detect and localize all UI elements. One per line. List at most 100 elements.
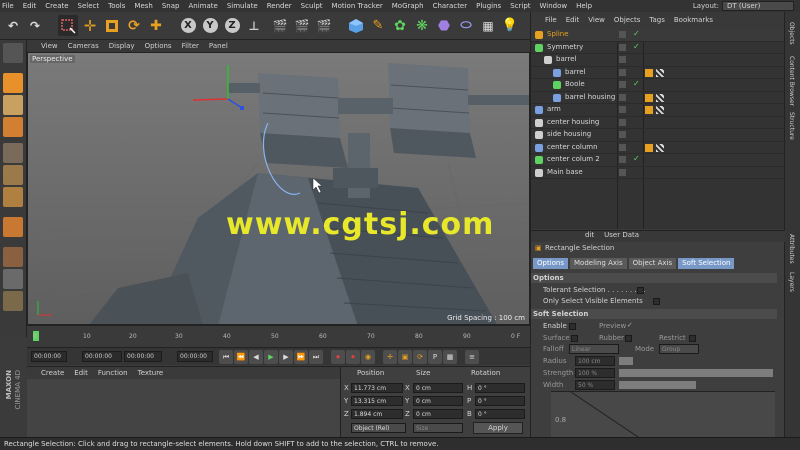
visibility-toggle[interactable] [619, 156, 626, 163]
axis-mode-button[interactable] [3, 217, 23, 237]
position-z-field[interactable]: 1.894 cm [351, 409, 403, 419]
nurbs-button[interactable]: ✿ [390, 15, 410, 36]
phong-tag-icon[interactable] [645, 143, 653, 152]
menu-sculpt[interactable]: Sculpt [301, 2, 323, 10]
menu-window[interactable]: Window [540, 2, 568, 10]
workplane-mode-button[interactable] [3, 117, 23, 137]
go-to-start-button[interactable]: ⏮ [219, 350, 233, 364]
object-row[interactable]: center housing [531, 117, 785, 129]
menu-create[interactable]: Create [45, 2, 68, 10]
menu-help[interactable]: Help [576, 2, 592, 10]
phong-tag-icon[interactable] [645, 106, 653, 114]
light-button[interactable]: 💡 [500, 15, 520, 36]
material-tag-icon[interactable] [656, 68, 664, 77]
rotation-b-field[interactable]: 0 ° [475, 409, 525, 419]
object-row[interactable]: center colum 2 ✓ [531, 154, 785, 167]
material-menu-edit[interactable]: Edit [74, 369, 88, 377]
only-visible-checkbox[interactable] [653, 298, 660, 305]
end-time-field[interactable]: 00:00:00 [124, 351, 162, 362]
radius-field[interactable]: 100 cm [575, 356, 615, 366]
size-x-field[interactable]: 0 cm [413, 383, 463, 393]
edges-mode-button[interactable] [3, 165, 23, 185]
attr-menu-user-data[interactable]: User Data [604, 231, 639, 242]
tab-attributes[interactable]: Attributes [788, 234, 795, 264]
viewport-menu-display[interactable]: Display [109, 42, 135, 50]
environment-button[interactable]: ⬭ [456, 15, 476, 36]
position-x-field[interactable]: 11.773 cm [351, 383, 403, 393]
restrict-checkbox[interactable] [689, 335, 696, 342]
mode-dropdown[interactable]: Group [659, 344, 699, 354]
phong-tag-icon[interactable] [645, 93, 653, 102]
timeline-ruler[interactable]: 0 10 20 30 40 50 60 70 80 90 0 F [27, 325, 530, 347]
object-row[interactable]: Spline ✓ [531, 29, 785, 42]
object-row[interactable]: Main base [531, 167, 785, 179]
tab-objects[interactable]: Objects [788, 22, 795, 45]
tab-structure[interactable]: Structure [788, 112, 795, 140]
object-row[interactable]: arm [531, 104, 785, 117]
tab-options[interactable]: Options [533, 258, 569, 269]
max-time-field[interactable]: 00:00:00 [177, 351, 213, 362]
start-time-field[interactable]: 00:00:00 [31, 351, 67, 362]
material-menu-create[interactable]: Create [41, 369, 64, 377]
tab-content-browser[interactable]: Content Browser [788, 56, 795, 106]
rectangle-selection-button[interactable] [58, 15, 78, 36]
visibility-toggle[interactable] [619, 56, 626, 63]
viewport-menu-panel[interactable]: Panel [209, 42, 228, 50]
visibility-toggle[interactable] [619, 93, 626, 101]
preview-check-icon[interactable]: ✓ [627, 321, 633, 329]
redo-button[interactable]: ↷ [25, 15, 45, 36]
enabled-check-icon[interactable]: ✓ [633, 42, 640, 51]
size-mode-dropdown[interactable]: Size [413, 423, 463, 433]
rotation-h-field[interactable]: 0 ° [475, 383, 525, 393]
key-rotation-button[interactable]: ⟳ [413, 350, 427, 364]
attr-menu-edit[interactable]: dit [585, 231, 594, 242]
render-picture-viewer-button[interactable]: 🎬 [292, 15, 312, 36]
menu-tools[interactable]: Tools [108, 2, 125, 10]
menu-mograph[interactable]: MoGraph [392, 2, 424, 10]
enabled-check-icon[interactable]: ✓ [633, 29, 640, 38]
menu-plugins[interactable]: Plugins [476, 2, 501, 10]
menu-animate[interactable]: Animate [188, 2, 217, 10]
material-menu-texture[interactable]: Texture [138, 369, 164, 377]
visibility-toggle[interactable] [619, 43, 626, 51]
current-time-field[interactable]: 00:00:00 [82, 351, 122, 362]
record-button[interactable]: ⏺ [331, 350, 345, 364]
om-menu-bookmarks[interactable]: Bookmarks [674, 16, 713, 28]
material-menu-function[interactable]: Function [98, 369, 128, 377]
strength-field[interactable]: 100 % [575, 368, 615, 378]
y-axis-lock-button[interactable]: Y [200, 15, 220, 36]
x-axis-lock-button[interactable]: X [178, 15, 198, 36]
viewport-menu-options[interactable]: Options [145, 42, 172, 50]
rubber-checkbox[interactable] [625, 335, 632, 342]
scale-tool-button[interactable] [102, 15, 122, 36]
om-menu-file[interactable]: File [545, 16, 557, 28]
key-pla-button[interactable]: ▦ [443, 350, 457, 364]
material-tag-icon[interactable] [656, 93, 664, 102]
tab-layers[interactable]: Layers [788, 272, 795, 292]
size-z-field[interactable]: 0 cm [413, 409, 463, 419]
object-row[interactable]: Boole ✓ [531, 79, 785, 92]
viewport-menu-filter[interactable]: Filter [182, 42, 199, 50]
tab-object-axis[interactable]: Object Axis [628, 258, 677, 269]
render-settings-button[interactable]: 🎬 [314, 15, 334, 36]
object-row[interactable]: barrel housing [531, 92, 785, 104]
visibility-toggle[interactable] [619, 131, 626, 138]
om-menu-edit[interactable]: Edit [566, 16, 580, 28]
go-to-end-button[interactable]: ⏭ [309, 350, 323, 364]
tweak-mode-button[interactable] [3, 247, 23, 267]
menu-file[interactable]: File [2, 2, 14, 10]
menu-mesh[interactable]: Mesh [134, 2, 152, 10]
menu-snap[interactable]: Snap [162, 2, 180, 10]
viewport-menu-view[interactable]: View [41, 42, 58, 50]
menu-select[interactable]: Select [78, 2, 100, 10]
strength-slider[interactable] [619, 369, 773, 377]
play-button[interactable]: ▶ [264, 350, 278, 364]
render-view-button[interactable]: 🎬 [270, 15, 290, 36]
menu-simulate[interactable]: Simulate [227, 2, 258, 10]
falloff-dropdown[interactable]: Linear [569, 344, 619, 354]
visibility-toggle[interactable] [619, 106, 626, 113]
timeline-menu-button[interactable]: ≡ [465, 350, 479, 364]
move-tool-button[interactable]: ✛ [80, 15, 100, 36]
menu-edit[interactable]: Edit [23, 2, 37, 10]
visibility-toggle[interactable] [619, 81, 626, 88]
